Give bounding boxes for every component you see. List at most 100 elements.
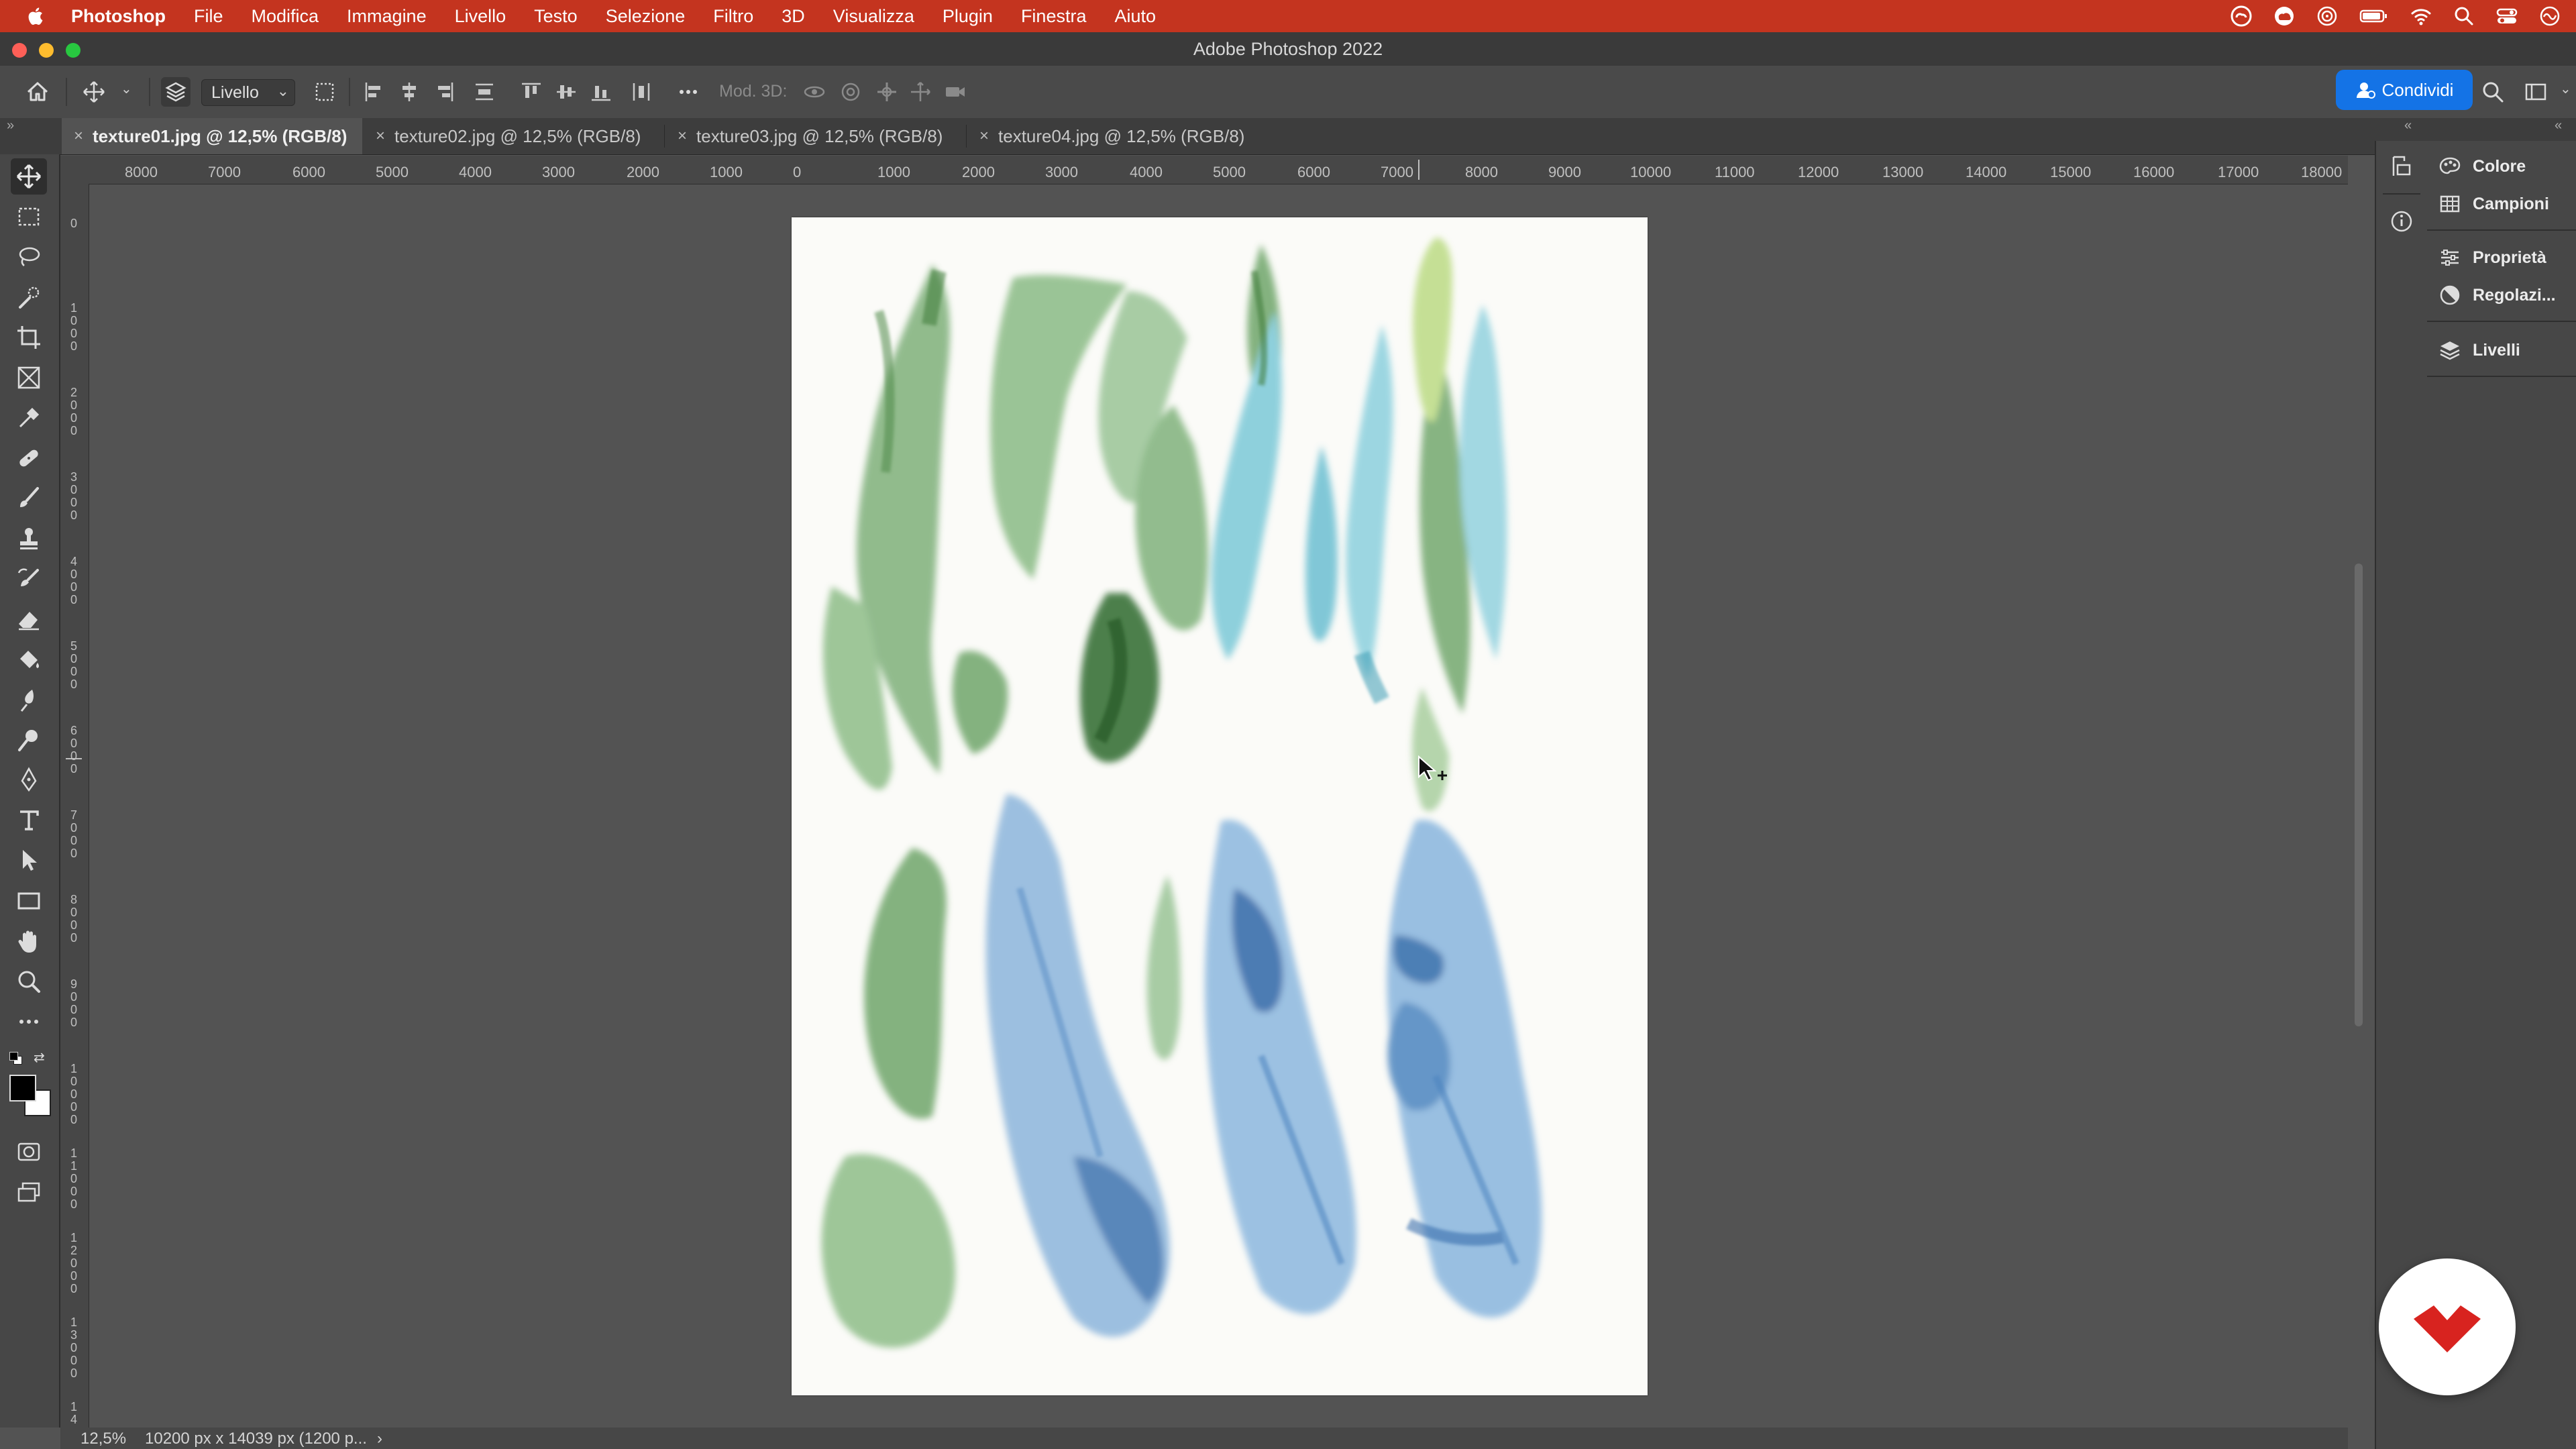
airdrop-icon[interactable] xyxy=(2316,5,2339,28)
creative-cloud-icon[interactable] xyxy=(2230,5,2253,28)
menu-selezione[interactable]: Selezione xyxy=(606,6,686,27)
auto-select-target-dropdown[interactable]: Livello ⌄ xyxy=(201,79,295,106)
menu-testo[interactable]: Testo xyxy=(534,6,578,27)
zoom-level[interactable]: 12,5% xyxy=(80,1430,126,1448)
cloud-sync-icon[interactable] xyxy=(2273,5,2296,28)
battery-icon[interactable] xyxy=(2359,5,2390,28)
tab-texture02[interactable]: × texture02.jpg @ 12,5% (RGB/8) xyxy=(364,118,664,154)
eyedropper-tool[interactable] xyxy=(11,400,47,436)
lasso-tool[interactable] xyxy=(11,239,47,275)
menu-plugin[interactable]: Plugin xyxy=(943,6,993,27)
brush-tool[interactable] xyxy=(11,480,47,517)
info-icon[interactable] xyxy=(2388,208,2415,235)
menu-immagine[interactable]: Immagine xyxy=(347,6,427,27)
close-tab-icon[interactable]: × xyxy=(376,127,385,146)
ruler-label: 16000 xyxy=(2133,164,2175,180)
dodge-tool[interactable] xyxy=(11,722,47,758)
clone-stamp-tool[interactable] xyxy=(11,521,47,557)
menu-file[interactable]: File xyxy=(194,6,223,27)
frame-tool[interactable] xyxy=(11,360,47,396)
cursor-position-marker xyxy=(1418,160,1419,180)
panel-colore[interactable]: Colore xyxy=(2438,152,2526,181)
move-tool-preset-button[interactable] xyxy=(79,77,109,107)
tab-texture04[interactable]: × texture04.jpg @ 12,5% (RGB/8) xyxy=(967,118,1268,154)
distribute-horizontal-button[interactable] xyxy=(627,77,656,107)
close-tab-icon[interactable]: × xyxy=(979,127,989,146)
zoom-tool[interactable] xyxy=(11,963,47,1000)
align-horizontal-centers-button[interactable] xyxy=(394,77,424,107)
tab-texture03[interactable]: × texture03.jpg @ 12,5% (RGB/8) xyxy=(665,118,966,154)
default-colors-icon[interactable] xyxy=(9,1052,22,1065)
swap-colors-icon[interactable]: ⇄ xyxy=(34,1049,45,1066)
control-center-icon[interactable] xyxy=(2496,5,2518,28)
more-options-button[interactable] xyxy=(674,77,703,107)
roll-3d-button[interactable] xyxy=(836,77,865,107)
align-top-icon xyxy=(522,83,541,98)
scale-3d-button[interactable] xyxy=(941,77,970,107)
pen-tool[interactable] xyxy=(11,762,47,798)
menu-3d[interactable]: 3D xyxy=(782,6,805,27)
close-tab-icon[interactable]: × xyxy=(678,127,687,146)
menu-app-name[interactable]: Photoshop xyxy=(71,6,166,27)
menu-livello[interactable]: Livello xyxy=(455,6,506,27)
wifi-icon[interactable] xyxy=(2410,5,2432,28)
align-top-edges-button[interactable] xyxy=(517,77,546,107)
foreground-color-swatch[interactable] xyxy=(9,1075,36,1102)
panel-regolazioni[interactable]: Regolazi... xyxy=(2438,280,2556,310)
pan-3d-button[interactable] xyxy=(872,77,902,107)
home-button[interactable] xyxy=(23,77,52,107)
menu-aiuto[interactable]: Aiuto xyxy=(1114,6,1156,27)
align-left-edges-button[interactable] xyxy=(360,77,389,107)
close-tab-icon[interactable]: × xyxy=(74,127,83,146)
align-vertical-centers-button[interactable] xyxy=(551,77,581,107)
siri-icon[interactable] xyxy=(2538,5,2561,28)
workspace-switcher-button[interactable] xyxy=(2521,77,2551,107)
apple-logo-icon[interactable] xyxy=(25,6,44,26)
search-button[interactable] xyxy=(2478,77,2508,107)
eraser-tool[interactable] xyxy=(11,601,47,637)
path-selection-tool[interactable] xyxy=(11,843,47,879)
collapse-strip-icon[interactable]: « xyxy=(2404,118,2412,133)
screen-mode-button[interactable] xyxy=(11,1174,47,1210)
menu-modifica[interactable]: Modifica xyxy=(252,6,319,27)
chevron-down-icon[interactable]: ⌄ xyxy=(2560,80,2571,97)
panel-livelli[interactable]: Livelli xyxy=(2438,335,2520,365)
spotlight-search-icon[interactable] xyxy=(2453,5,2475,28)
workspace-icon xyxy=(2525,83,2546,101)
document-canvas[interactable] xyxy=(792,217,1648,1395)
menu-filtro[interactable]: Filtro xyxy=(713,6,753,27)
collapse-panels-icon[interactable]: « xyxy=(2555,118,2562,133)
share-button[interactable]: Condividi xyxy=(2336,70,2473,110)
healing-brush-tool[interactable] xyxy=(11,440,47,476)
type-tool[interactable] xyxy=(11,802,47,839)
orbit-3d-button[interactable] xyxy=(800,77,829,107)
align-bottom-edges-button[interactable] xyxy=(586,77,616,107)
menu-finestra[interactable]: Finestra xyxy=(1021,6,1087,27)
hand-tool[interactable] xyxy=(11,923,47,959)
tab-texture01[interactable]: × texture01.jpg @ 12,5% (RGB/8) xyxy=(62,118,362,154)
chevron-down-icon[interactable]: ⌄ xyxy=(121,80,132,97)
rectangle-tool[interactable] xyxy=(11,883,47,919)
transform-controls-toggle[interactable] xyxy=(310,77,339,107)
move-tool[interactable] xyxy=(11,158,47,195)
edit-toolbar-button[interactable] xyxy=(11,1004,47,1040)
distribute-vertical-button[interactable] xyxy=(470,77,499,107)
marquee-tool[interactable] xyxy=(11,199,47,235)
panel-proprieta[interactable]: Proprietà xyxy=(2438,243,2546,272)
align-right-edges-button[interactable] xyxy=(429,77,459,107)
auto-select-toggle[interactable] xyxy=(161,77,191,107)
tab-label: texture02.jpg @ 12,5% (RGB/8) xyxy=(394,125,641,146)
panel-campioni[interactable]: Campioni xyxy=(2438,189,2549,219)
crop-tool[interactable] xyxy=(11,319,47,356)
quick-mask-button[interactable] xyxy=(11,1134,47,1170)
blur-tool[interactable] xyxy=(11,682,47,718)
slide-3d-button[interactable] xyxy=(906,77,935,107)
doc-info-arrow-icon[interactable]: › xyxy=(377,1430,382,1448)
vertical-scrollbar[interactable] xyxy=(2355,564,2363,1026)
menu-visualizza[interactable]: Visualizza xyxy=(833,6,914,27)
quick-selection-tool[interactable] xyxy=(11,279,47,315)
collapse-panel-icon[interactable]: » xyxy=(7,118,14,133)
history-brush-tool[interactable] xyxy=(11,561,47,597)
paint-bucket-tool[interactable] xyxy=(11,641,47,678)
history-icon[interactable] xyxy=(2388,153,2415,180)
